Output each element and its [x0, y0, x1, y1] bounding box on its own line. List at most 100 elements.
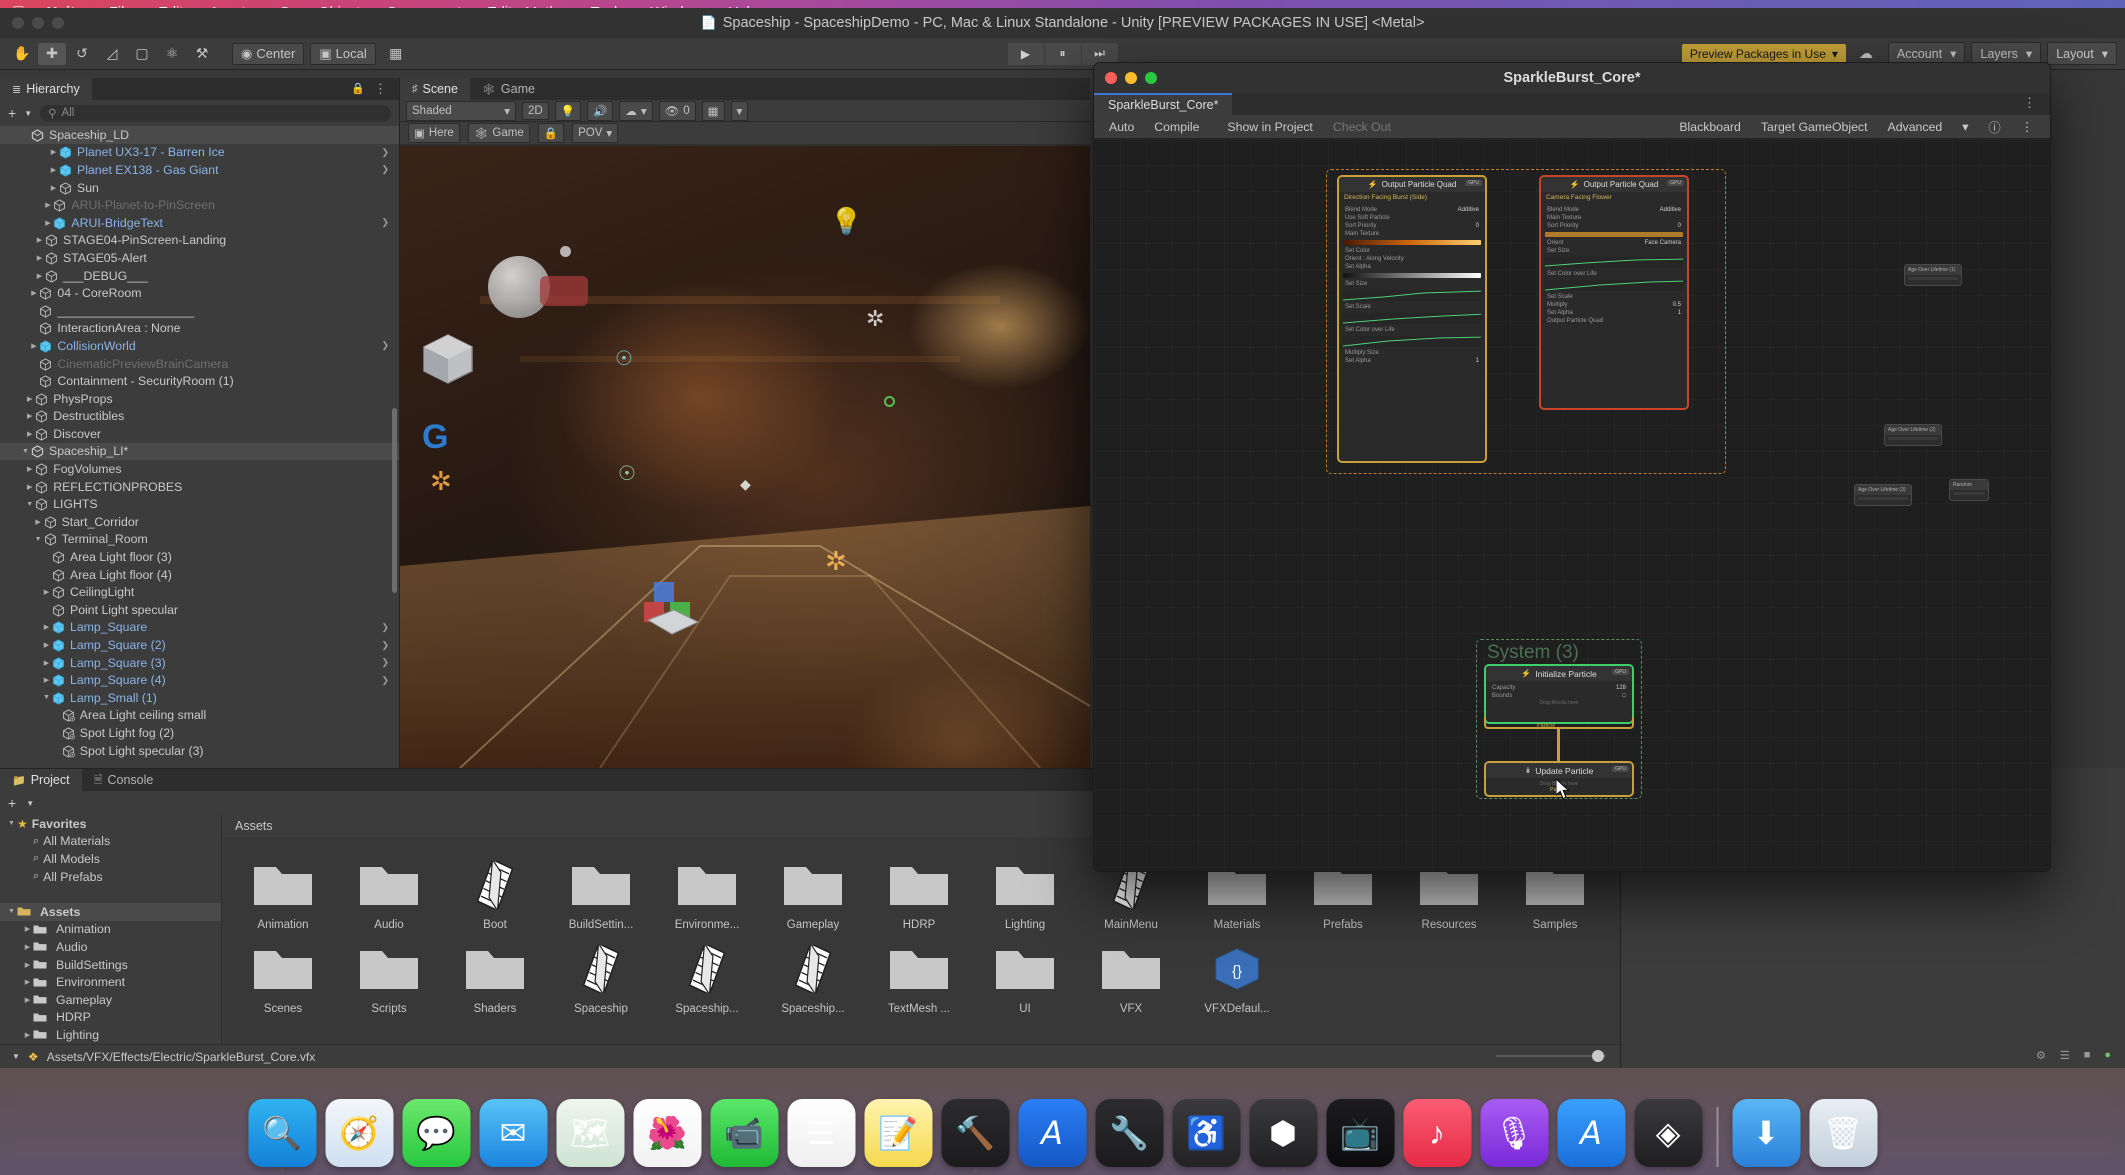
asset-item[interactable]: Boot — [453, 851, 537, 931]
hierarchy-item[interactable]: ▶CollisionWorld❯ — [0, 337, 399, 355]
hierarchy-item[interactable]: ▶Area Light floor (4) — [0, 566, 399, 584]
hierarchy-item[interactable]: ▶InteractionArea : None — [0, 320, 399, 338]
hierarchy-item[interactable]: ▶Spot Light fog (2) — [0, 724, 399, 742]
blackboard-toggle[interactable]: Blackboard — [1670, 118, 1750, 136]
disclosure-arrow[interactable]: ▶ — [51, 711, 62, 719]
disclosure-arrow[interactable]: ▶ — [22, 925, 33, 933]
chevron-right-icon[interactable]: ❯ — [381, 164, 389, 175]
block-row[interactable]: Set Scale — [1343, 303, 1481, 311]
auto-button[interactable]: Auto — [1100, 118, 1143, 136]
hierarchy-item[interactable]: ▶Discover — [0, 425, 399, 443]
layout-dropdown[interactable]: Layout ▾ — [2047, 42, 2117, 65]
texture-preview[interactable] — [1545, 232, 1683, 237]
disclosure-arrow[interactable]: ▶ — [51, 747, 62, 755]
chevron-right-icon[interactable]: ❯ — [381, 657, 389, 668]
music-icon[interactable]: ♪ — [1403, 1099, 1471, 1167]
vfx-zoom-button[interactable] — [1145, 72, 1157, 84]
gradient-ramp[interactable] — [1343, 240, 1481, 245]
zoom-button[interactable] — [52, 17, 64, 29]
asset-item[interactable]: Gameplay — [771, 851, 855, 931]
hierarchy-item[interactable]: ▶CeilingLight — [0, 583, 399, 601]
hierarchy-item[interactable]: ▶Containment - SecurityRoom (1) — [0, 372, 399, 390]
scene-pov-dropdown[interactable]: POV▾ — [572, 123, 618, 143]
tab-sparkleburst-core[interactable]: SparkleBurst_Core* — [1094, 93, 1232, 115]
disclosure-arrow[interactable]: ▶ — [24, 395, 35, 403]
hierarchy-item[interactable]: ▼Lamp_Small (1) — [0, 689, 399, 707]
disclosure-arrow[interactable]: ▶ — [22, 1013, 33, 1021]
project-tree-item[interactable]: ▼★Favorites — [0, 815, 221, 833]
transform-tool-icon[interactable]: ⚛ — [158, 43, 186, 65]
hierarchy-item[interactable]: ▶REFLECTIONPROBES — [0, 478, 399, 496]
disclosure-arrow[interactable]: ▶ — [22, 996, 33, 1004]
color-life-curve[interactable] — [1545, 280, 1683, 291]
hierarchy-item[interactable]: ▶CinematicPreviewBrainCamera — [0, 355, 399, 373]
asset-item[interactable]: Lighting — [983, 851, 1067, 931]
scene-game-button[interactable]: 🕸Game — [468, 123, 530, 143]
scene-grid-toggle[interactable]: ▦ — [702, 101, 725, 121]
node-port[interactable] — [1908, 277, 1958, 280]
rect-tool-icon[interactable]: ▢ — [128, 43, 156, 65]
disclosure-arrow[interactable]: ▶ — [24, 412, 35, 420]
create-button[interactable]: + — [8, 105, 16, 121]
hierarchy-item[interactable]: ▶Point Light specular — [0, 601, 399, 619]
chevron-right-icon[interactable]: ❯ — [381, 217, 389, 228]
vfx-minimize-button[interactable] — [1125, 72, 1137, 84]
project-tree-item[interactable]: ▶⌕All Materials — [0, 833, 221, 851]
hierarchy-tree[interactable]: ▶Spaceship_LD▶Planet UX3-17 - Barren Ice… — [0, 126, 399, 768]
hierarchy-item[interactable]: ▼Spaceship_LI* — [0, 443, 399, 461]
asset-item[interactable]: Spaceship... — [665, 935, 749, 1015]
advanced-dropdown[interactable]: Advanced — [1879, 118, 1952, 136]
tab-game[interactable]: 🕸 Game — [470, 78, 547, 100]
project-tree-item[interactable]: ▶Lighting — [0, 1026, 221, 1044]
scene-lock-button[interactable]: 🔒 — [538, 123, 564, 143]
move-tool-icon[interactable]: ✚ — [38, 43, 66, 65]
project-tree-item[interactable]: ▶BuildSettings — [0, 956, 221, 974]
node-port[interactable] — [1888, 437, 1938, 440]
disclosure-arrow[interactable]: ▶ — [48, 148, 59, 156]
tab-hierarchy[interactable]: ≣ Hierarchy — [0, 78, 92, 100]
tab-scene[interactable]: ♯ Scene — [400, 78, 470, 100]
facetime-icon[interactable]: 📹 — [710, 1099, 778, 1167]
disclosure-arrow[interactable]: ▶ — [24, 430, 35, 438]
layers-icon[interactable]: ■ — [2084, 1049, 2091, 1061]
asset-item[interactable]: HDRP — [877, 851, 961, 931]
settings-icon[interactable]: ⚙ — [2036, 1049, 2046, 1062]
kebab-menu-icon[interactable]: ⋮ — [374, 81, 387, 97]
notes-icon[interactable]: 📝 — [864, 1099, 932, 1167]
disclosure-arrow[interactable]: ▶ — [41, 606, 52, 614]
tools-icon[interactable]: 🔧 — [1095, 1099, 1163, 1167]
unity-hub-icon[interactable]: ⬢ — [1249, 1099, 1317, 1167]
disclosure-arrow[interactable]: ▶ — [20, 131, 31, 139]
operator-node-age-over-lifetime-1[interactable]: Age Over Lifetime (1) — [1904, 264, 1962, 286]
alpha-ramp[interactable] — [1343, 273, 1481, 278]
hierarchy-item[interactable]: ▶FogVolumes — [0, 460, 399, 478]
hierarchy-item[interactable]: ▶Spaceship_LD — [0, 126, 399, 144]
disclosure-arrow[interactable]: ▶ — [33, 518, 44, 526]
disclosure-arrow[interactable]: ▶ — [41, 553, 52, 561]
preview-packages-badge[interactable]: Preview Packages in Use ▾ — [1682, 44, 1846, 64]
trash-icon[interactable]: 🗑 — [1809, 1099, 1877, 1167]
disclosure-arrow[interactable]: ▶ — [34, 254, 45, 262]
hierarchy-item[interactable]: ▶04 - CoreRoom — [0, 284, 399, 302]
show-in-project-button[interactable]: Show in Project — [1218, 118, 1321, 136]
disclosure-arrow[interactable]: ▶ — [28, 307, 39, 315]
operator-node-age-over-lifetime-3[interactable]: Age Over Lifetime (3) — [1854, 484, 1912, 506]
chevron-right-icon[interactable]: ❯ — [381, 147, 389, 158]
block-row[interactable]: Sort Priority0 — [1545, 222, 1683, 230]
size-curve[interactable] — [1343, 290, 1481, 301]
disclosure-arrow[interactable]: ▼ — [41, 694, 52, 701]
hierarchy-item[interactable]: ▶Destructibles — [0, 408, 399, 426]
hand-tool-icon[interactable]: ✋ — [8, 43, 36, 65]
context-output-particle-quad-1[interactable]: ⚡ Output Particle Quad GPU Direction Fac… — [1337, 175, 1487, 463]
compile-button[interactable]: Compile — [1145, 118, 1208, 136]
project-folder-tree[interactable]: ▼★Favorites▶⌕All Materials▶⌕All Models▶⌕… — [0, 815, 222, 1044]
hierarchy-item[interactable]: ▶STAGE05-Alert — [0, 249, 399, 267]
size-curve[interactable] — [1545, 257, 1683, 268]
scale-curve[interactable] — [1343, 313, 1481, 324]
context-output-particle-quad-2[interactable]: ⚡ Output Particle Quad GPU Camera Facing… — [1539, 175, 1689, 410]
project-tree-item[interactable]: ▶Environment — [0, 973, 221, 991]
block-row[interactable]: Multiply0.5 — [1545, 301, 1683, 309]
disclosure-arrow[interactable]: ▶ — [28, 342, 39, 350]
asset-item[interactable]: BuildSettin... — [559, 851, 643, 931]
disclosure-arrow[interactable]: ▶ — [34, 236, 45, 244]
